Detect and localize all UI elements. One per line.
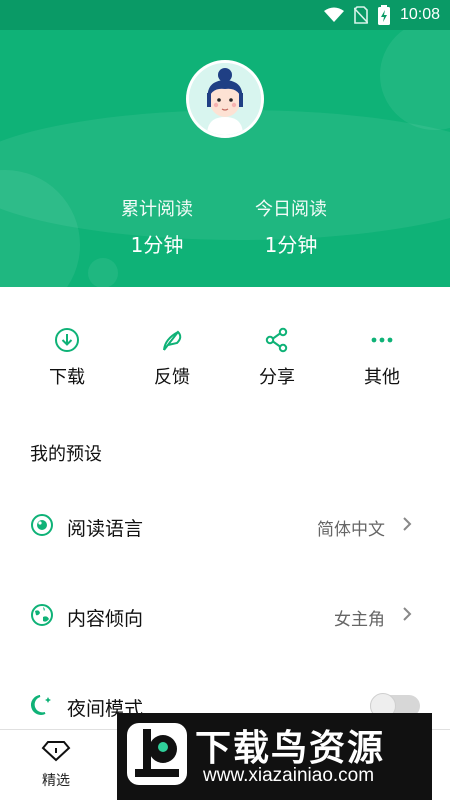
stat-value: 1分钟 bbox=[130, 233, 184, 257]
stat-label: 累计阅读 bbox=[121, 199, 193, 220]
more-icon bbox=[371, 337, 393, 343]
diamond-icon bbox=[41, 741, 71, 762]
watermark-url: www.xiazainiao.com bbox=[203, 765, 375, 786]
watermark-title: 下载鸟资源 bbox=[195, 728, 386, 769]
today-reading-stat: 今日阅读 1分钟 bbox=[231, 195, 351, 258]
row-label: 阅读语言 bbox=[67, 518, 144, 540]
watermark-banner: 下载鸟资源 www.xiazainiao.com bbox=[117, 713, 432, 800]
moon-icon bbox=[31, 695, 51, 715]
chevron-right-icon bbox=[403, 517, 412, 531]
battery-charging-icon bbox=[377, 5, 390, 25]
content-preference-row[interactable]: 内容倾向 女主角 bbox=[0, 590, 450, 640]
stat-value: 1分钟 bbox=[264, 233, 318, 257]
share-label: 分享 bbox=[259, 367, 295, 388]
download-button[interactable]: 下载 bbox=[32, 327, 102, 389]
main-card: 下载 反馈 分享 其他 我的预设 阅读语言 简体中文 内容倾向 女主角 夜间模式 bbox=[0, 287, 450, 729]
avatar[interactable] bbox=[186, 60, 264, 138]
feedback-button[interactable]: 反馈 bbox=[137, 327, 207, 389]
download-label: 下载 bbox=[49, 367, 85, 388]
row-label: 内容倾向 bbox=[67, 608, 144, 630]
profile-header: 10:08 累计阅读 1分钟 今日阅读 1分钟 bbox=[0, 0, 450, 287]
feedback-label: 反馈 bbox=[154, 367, 190, 388]
feather-icon bbox=[163, 330, 182, 351]
share-button[interactable]: 分享 bbox=[242, 327, 312, 389]
more-label: 其他 bbox=[364, 367, 400, 388]
quick-actions: 下载 反馈 分享 其他 bbox=[0, 327, 450, 389]
row-value: 女主角 bbox=[334, 610, 385, 630]
avatar-illustration bbox=[189, 63, 261, 135]
no-sim-icon bbox=[353, 6, 368, 24]
nav-item-featured[interactable]: 精选 bbox=[30, 740, 82, 790]
stat-label: 今日阅读 bbox=[255, 199, 327, 220]
share-icon bbox=[265, 327, 288, 353]
row-value: 简体中文 bbox=[317, 520, 385, 540]
nav-label: 精选 bbox=[42, 773, 70, 789]
status-bar: 10:08 bbox=[0, 0, 450, 30]
status-time: 10:08 bbox=[399, 6, 440, 23]
eye-icon bbox=[31, 514, 53, 536]
reading-language-row[interactable]: 阅读语言 简体中文 bbox=[0, 500, 450, 550]
download-icon bbox=[55, 328, 79, 352]
chevron-right-icon bbox=[403, 607, 412, 621]
bird-logo-icon bbox=[127, 723, 187, 785]
presets-title: 我的预设 bbox=[30, 444, 102, 465]
more-button[interactable]: 其他 bbox=[347, 327, 417, 389]
decor-circle bbox=[380, 20, 450, 130]
total-reading-stat: 累计阅读 1分钟 bbox=[97, 195, 217, 258]
decor-circle bbox=[88, 258, 118, 287]
wifi-icon bbox=[323, 7, 344, 22]
globe-icon bbox=[31, 604, 53, 626]
